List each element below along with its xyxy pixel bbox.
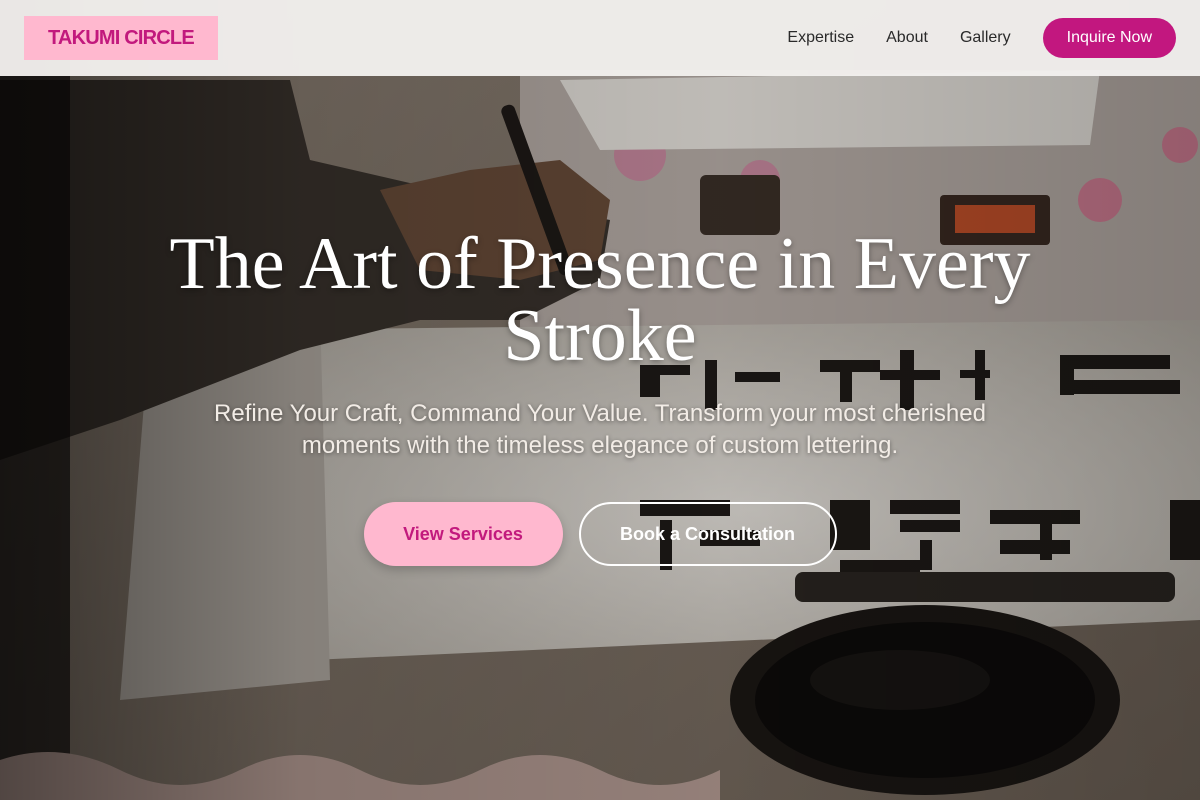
hero-subtitle: Refine Your Craft, Command Your Value. T… [214,400,986,459]
nav-link-gallery[interactable]: Gallery [960,29,1011,47]
main-nav: Expertise About Gallery Inquire Now [787,18,1176,58]
hero-actions: View Services Book a Consultation [0,502,1200,566]
nav-link-expertise[interactable]: Expertise [787,29,854,47]
view-services-button[interactable]: View Services [363,502,563,566]
brand-logo[interactable]: TAKUMI CIRCLE [24,16,218,60]
book-consultation-button[interactable]: Book a Consultation [578,502,837,566]
landing-page: TAKUMI CIRCLE Expertise About Gallery In… [0,0,1200,800]
nav-link-about[interactable]: About [886,29,928,47]
inquire-now-button[interactable]: Inquire Now [1042,18,1176,58]
site-header: TAKUMI CIRCLE Expertise About Gallery In… [0,0,1200,76]
hero-content: The Art of Presence in Every Stroke Refi… [0,223,1200,566]
hero-title: The Art of Presence in Every Stroke [169,223,1031,377]
